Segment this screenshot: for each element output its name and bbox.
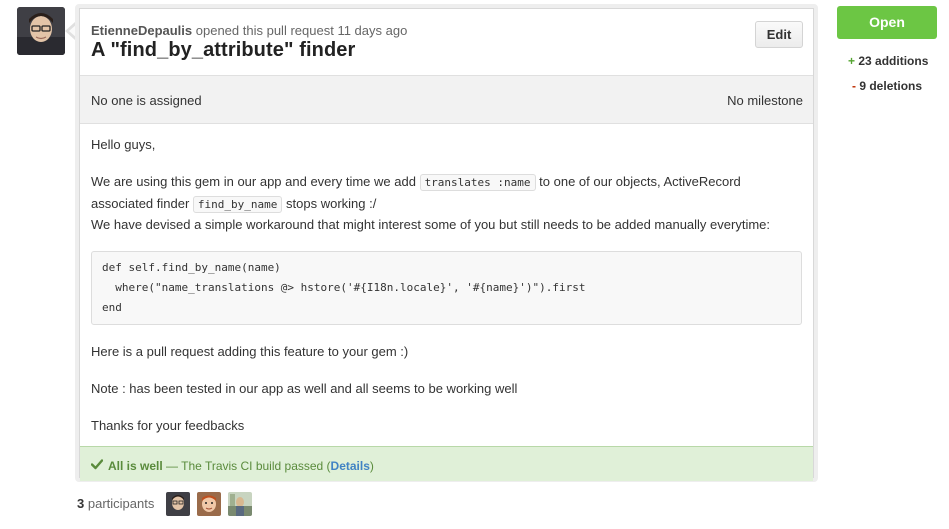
participant-avatar[interactable] (197, 492, 221, 516)
participants-label: participants (87, 496, 155, 511)
ci-status-message: — The Travis CI build passed ( (166, 459, 331, 473)
code-block: def self.find_by_name(name) where("name_… (91, 251, 802, 325)
inline-code-find-by-name: find_by_name (192, 196, 283, 213)
body-text-segment: We are using this gem in our app and eve… (91, 174, 416, 189)
body-greeting: Hello guys, (91, 137, 156, 152)
body-paragraph-3: Here is a pull request adding this featu… (91, 344, 409, 359)
ci-status-label: All is well (108, 459, 163, 473)
ci-details-link[interactable]: Details (331, 459, 370, 473)
comment-action: opened this pull request (195, 23, 334, 38)
body-text-segment: associated finder (91, 196, 190, 211)
body-paragraph-1-line-1: We are using this gem in our app and eve… (91, 174, 741, 191)
body-text-segment: stops working :/ (286, 196, 377, 211)
assignee-label[interactable]: No one is assigned (91, 93, 202, 108)
body-text-segment: to one of our objects, ActiveRecord (539, 174, 741, 189)
additions-count: + 23 additions (848, 54, 928, 68)
body-paragraph-5: Thanks for your feedbacks (91, 418, 245, 433)
author-link[interactable]: EtienneDepaulis (91, 23, 192, 38)
additions-label: 23 additions (858, 54, 929, 68)
body-paragraph-4: Note : has been tested in our app as wel… (91, 381, 518, 396)
code-line: def self.find_by_name(name) (102, 261, 281, 274)
inline-code-translates: translates :name (419, 174, 536, 191)
deletions-label: 9 deletions (859, 79, 923, 93)
state-open-badge: Open (837, 6, 937, 39)
info-bar: No one is assigned No milestone (80, 75, 813, 124)
comment-meta: EtienneDepaulis opened this pull request… (91, 23, 407, 38)
participants-count: 3 (77, 496, 85, 511)
code-line: end (102, 301, 122, 314)
code-line: where("name_translations @> hstore('#{I1… (102, 281, 586, 294)
edit-button[interactable]: Edit (755, 21, 803, 48)
body-paragraph-1-line-2: associated finder find_by_name stops wor… (91, 196, 377, 213)
ci-status-bar: All is well — The Travis CI build passed… (80, 446, 813, 481)
body-paragraph-2: We have devised a simple workaround that… (91, 217, 771, 232)
comment-time[interactable]: 11 days ago (337, 23, 407, 38)
participants-summary: 3 participants (77, 496, 154, 511)
participant-avatar[interactable] (166, 492, 190, 516)
author-avatar[interactable] (17, 7, 65, 55)
card-inner: EtienneDepaulis opened this pull request… (79, 8, 814, 481)
comment-header: EtienneDepaulis opened this pull request… (80, 9, 813, 75)
ci-status-text: All is well — The Travis CI build passed… (108, 459, 374, 473)
deletions-count: - 9 deletions (852, 79, 922, 93)
additions-sign: + (848, 54, 856, 68)
pull-request-title: A "find_by_attribute" finder (91, 39, 356, 61)
participant-avatar[interactable] (228, 492, 252, 516)
check-icon (91, 459, 103, 470)
deletions-sign: - (852, 79, 856, 93)
ci-status-close: ) (369, 459, 374, 473)
milestone-label[interactable]: No milestone (727, 93, 803, 108)
pull-request-card: EtienneDepaulis opened this pull request… (75, 4, 818, 482)
